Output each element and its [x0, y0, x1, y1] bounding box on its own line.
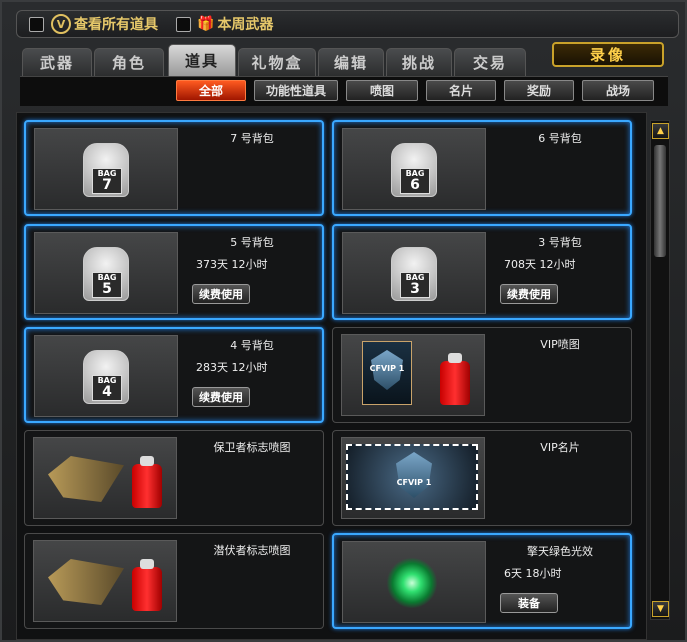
item-card[interactable]: BAG 5 5 号背包 373天 12小时 续费使用 — [24, 224, 324, 320]
item-title: 3 号背包 — [538, 236, 582, 249]
item-action-button[interactable]: 续费使用 — [192, 387, 250, 407]
item-card[interactable]: BAG 6 6 号背包 — [332, 120, 632, 216]
weekly-weapons-label: 本周武器 — [217, 17, 274, 33]
subtab-battlefield[interactable]: 战场 — [582, 80, 654, 101]
scroll-down-icon[interactable]: ▼ — [652, 601, 669, 617]
subtab-functional[interactable]: 功能性道具 — [254, 80, 338, 101]
scrollbar[interactable]: ▲ ▼ — [650, 120, 670, 620]
record-button[interactable]: 录像 — [552, 42, 664, 67]
item-card[interactable]: CFVIP 1 VIP名片 — [332, 430, 632, 526]
vip-badge-icon: CFVIP 1 — [362, 341, 412, 405]
item-title: 保卫者标志喷图 — [213, 441, 291, 454]
item-image: CFVIP 1 — [341, 334, 485, 416]
item-title: VIP名片 — [540, 441, 580, 454]
backpack-icon: BAG 4 — [83, 350, 129, 404]
tab-characters[interactable]: 角色 — [94, 48, 164, 76]
tab-weapons[interactable]: 武器 — [22, 48, 92, 76]
backpack-icon: BAG 3 — [391, 247, 437, 301]
spray-can-icon — [132, 456, 162, 508]
item-image: BAG 3 — [342, 232, 486, 314]
item-card[interactable]: BAG 3 3 号背包 708天 12小时 续费使用 — [332, 224, 632, 320]
item-title: 7 号背包 — [230, 132, 274, 145]
scroll-thumb[interactable] — [654, 145, 666, 257]
weekly-weapons-checkbox[interactable] — [176, 16, 191, 32]
backpack-icon: BAG 5 — [83, 247, 129, 301]
item-card[interactable]: BAG 4 4 号背包 283天 12小时 续费使用 — [24, 327, 324, 423]
item-image — [33, 540, 177, 622]
item-image: BAG 4 — [34, 335, 178, 417]
spray-can-icon — [440, 353, 470, 405]
v-badge-icon: V — [51, 14, 71, 34]
item-duration: 373天 12小时 — [196, 258, 268, 271]
item-card[interactable]: 保卫者标志喷图 — [24, 430, 324, 526]
spray-can-icon — [132, 559, 162, 611]
item-card[interactable]: 擎天绿色光效 6天 18小时 装备 — [332, 533, 632, 629]
green-glow-icon — [387, 558, 437, 608]
item-title: 5 号背包 — [230, 236, 274, 249]
top-filter-bar: V 查看所有道具 🎁 本周武器 — [16, 10, 679, 38]
item-action-button[interactable]: 续费使用 — [500, 284, 558, 304]
scroll-up-icon[interactable]: ▲ — [652, 123, 669, 139]
vip-card-icon: CFVIP 1 — [346, 444, 478, 510]
item-action-button[interactable]: 装备 — [500, 593, 558, 613]
tab-gift-box[interactable]: 礼物盒 — [238, 48, 316, 76]
subtab-sprays[interactable]: 喷图 — [346, 80, 418, 101]
item-title: VIP喷图 — [540, 338, 580, 351]
tab-edit[interactable]: 编辑 — [318, 48, 384, 76]
window-frame: V 查看所有道具 🎁 本周武器 武器 角色 道具 礼物盒 编辑 挑战 交易 录像… — [0, 0, 687, 642]
subtab-cards[interactable]: 名片 — [426, 80, 496, 101]
show-all-label: 查看所有道具 — [74, 17, 158, 33]
backpack-icon: BAG 7 — [83, 143, 129, 197]
item-title: 擎天绿色光效 — [527, 545, 593, 558]
subtab-rewards[interactable]: 奖励 — [504, 80, 574, 101]
item-duration: 708天 12小时 — [504, 258, 576, 271]
item-title: 4 号背包 — [230, 339, 274, 352]
item-image: BAG 7 — [34, 128, 178, 210]
item-card[interactable]: CFVIP 1 VIP喷图 — [332, 327, 632, 423]
item-duration: 6天 18小时 — [504, 567, 562, 580]
logo-emblem-icon — [48, 456, 124, 502]
item-card[interactable]: 潜伏者标志喷图 — [24, 533, 324, 629]
subtab-all[interactable]: 全部 — [176, 80, 246, 101]
backpack-icon: BAG 6 — [391, 143, 437, 197]
item-action-button[interactable]: 续费使用 — [192, 284, 250, 304]
tab-challenge[interactable]: 挑战 — [386, 48, 452, 76]
item-card[interactable]: BAG 7 7 号背包 — [24, 120, 324, 216]
item-duration: 283天 12小时 — [196, 361, 268, 374]
item-title: 6 号背包 — [538, 132, 582, 145]
item-image — [342, 541, 486, 623]
tab-trade[interactable]: 交易 — [454, 48, 526, 76]
gift-icon: 🎁 — [197, 16, 215, 32]
item-title: 潜伏者标志喷图 — [213, 544, 291, 557]
item-image: BAG 5 — [34, 232, 178, 314]
tab-items[interactable]: 道具 — [168, 44, 236, 76]
item-image — [33, 437, 177, 519]
item-image: CFVIP 1 — [341, 437, 485, 519]
logo-emblem-icon — [48, 559, 124, 605]
show-all-checkbox[interactable] — [29, 16, 44, 32]
item-image: BAG 6 — [342, 128, 486, 210]
